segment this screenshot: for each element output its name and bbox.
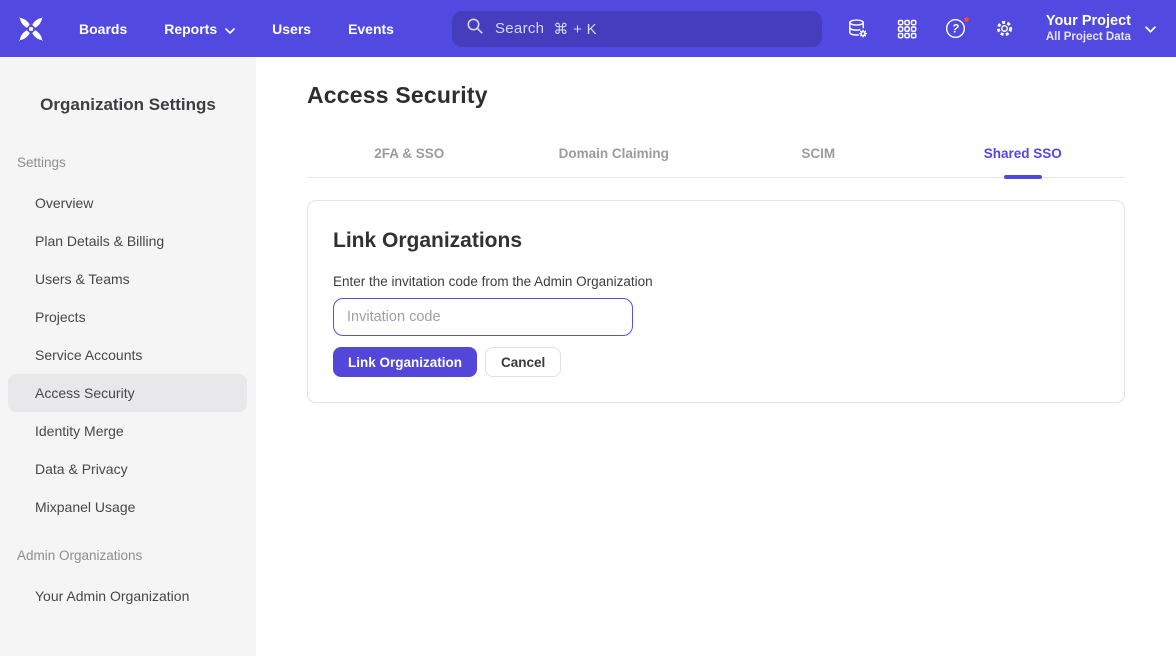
- search-placeholder: Search: [495, 20, 544, 38]
- topbar-actions: ? Your Project All Project Data: [846, 12, 1156, 45]
- chevron-down-icon: [225, 21, 235, 37]
- card-actions: Link Organization Cancel: [333, 347, 1099, 377]
- search-input[interactable]: Search ⌘ + K: [452, 11, 822, 47]
- nav-label: Events: [348, 21, 394, 37]
- mixpanel-logo[interactable]: [16, 14, 46, 44]
- sidebar-item-plan-details-billing[interactable]: Plan Details & Billing: [8, 222, 247, 260]
- tab-bar: 2FA & SSO Domain Claiming SCIM Shared SS…: [307, 140, 1125, 178]
- invitation-code-label: Enter the invitation code from the Admin…: [333, 274, 1099, 289]
- project-switcher[interactable]: Your Project All Project Data: [1046, 12, 1156, 45]
- link-organizations-card: Link Organizations Enter the invitation …: [307, 200, 1125, 403]
- help-icon[interactable]: ?: [944, 17, 968, 41]
- chevron-down-icon: [1145, 20, 1156, 38]
- nav-item-boards[interactable]: Boards: [79, 21, 127, 37]
- invitation-code-input[interactable]: [333, 298, 633, 336]
- active-tab-indicator: [1004, 175, 1042, 179]
- tab-domain-claiming[interactable]: Domain Claiming: [512, 140, 717, 177]
- apps-grid-icon[interactable]: [895, 17, 919, 41]
- search-icon: [466, 17, 484, 40]
- nav-item-reports[interactable]: Reports: [164, 21, 235, 37]
- project-name: Your Project: [1046, 12, 1131, 30]
- tab-2fa-sso[interactable]: 2FA & SSO: [307, 140, 512, 177]
- page-title: Access Security: [307, 82, 1125, 109]
- tab-scim[interactable]: SCIM: [716, 140, 921, 177]
- sidebar-title: Organization Settings: [0, 95, 256, 115]
- sidebar-item-service-accounts[interactable]: Service Accounts: [8, 336, 247, 374]
- nav-label: Reports: [164, 21, 217, 37]
- sidebar-item-mixpanel-usage[interactable]: Mixpanel Usage: [8, 488, 247, 526]
- nav-label: Boards: [79, 21, 127, 37]
- svg-text:?: ?: [952, 24, 959, 36]
- top-navbar: Boards Reports Users Events Search ⌘ + K: [0, 0, 1176, 57]
- sidebar-item-your-admin-organization[interactable]: Your Admin Organization: [8, 577, 247, 615]
- main-nav: Boards Reports Users Events: [79, 21, 394, 37]
- project-subtitle: All Project Data: [1046, 30, 1131, 44]
- sidebar-item-identity-merge[interactable]: Identity Merge: [8, 412, 247, 450]
- notification-dot: [962, 15, 971, 24]
- link-organization-button[interactable]: Link Organization: [333, 347, 477, 377]
- section-label-admin-organizations: Admin Organizations: [17, 548, 256, 563]
- data-management-icon[interactable]: [846, 17, 870, 41]
- nav-label: Users: [272, 21, 311, 37]
- sidebar-item-users-teams[interactable]: Users & Teams: [8, 260, 247, 298]
- sidebar-item-access-security[interactable]: Access Security: [8, 374, 247, 412]
- card-title: Link Organizations: [333, 229, 1099, 253]
- tab-shared-sso[interactable]: Shared SSO: [921, 140, 1126, 177]
- section-label-settings: Settings: [17, 155, 256, 170]
- tab-label: Shared SSO: [984, 146, 1062, 161]
- sidebar-item-data-privacy[interactable]: Data & Privacy: [8, 450, 247, 488]
- search-shortcut: ⌘ + K: [553, 20, 597, 38]
- sidebar-item-overview[interactable]: Overview: [8, 184, 247, 222]
- cancel-button[interactable]: Cancel: [485, 347, 561, 377]
- main-content: Access Security 2FA & SSO Domain Claimin…: [256, 57, 1176, 656]
- nav-item-events[interactable]: Events: [348, 21, 394, 37]
- settings-gear-icon[interactable]: [993, 17, 1017, 41]
- settings-sidebar: Organization Settings Settings Overview …: [0, 57, 256, 656]
- nav-item-users[interactable]: Users: [272, 21, 311, 37]
- sidebar-item-projects[interactable]: Projects: [8, 298, 247, 336]
